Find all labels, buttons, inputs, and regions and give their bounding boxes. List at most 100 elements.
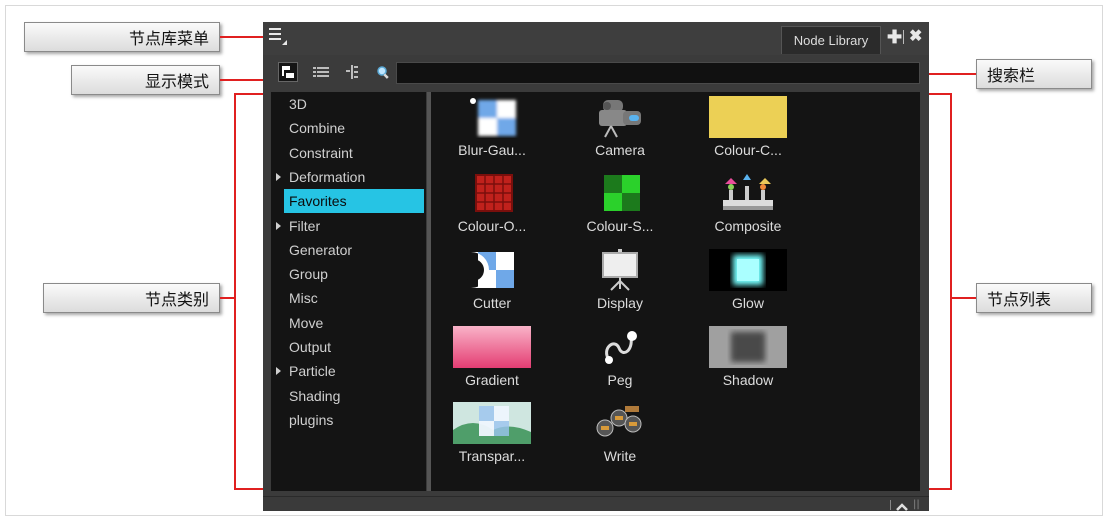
node-label: Colour-O... (457, 218, 527, 234)
peg-icon (589, 326, 651, 368)
node-item-write[interactable]: Write (565, 400, 675, 476)
node-item-cutter[interactable]: Cutter (437, 247, 547, 323)
cutter-icon (461, 249, 523, 291)
category-label: Constraint (289, 144, 353, 161)
node-label: Peg (607, 372, 633, 388)
write-icon (589, 402, 651, 444)
grip-icon[interactable]: || (913, 499, 920, 510)
category-item-misc[interactable]: Misc (271, 286, 424, 310)
category-item-constraint[interactable]: Constraint (271, 141, 424, 165)
category-label: Favorites (289, 193, 347, 210)
hierarchy-view-mode-icon[interactable] (343, 62, 363, 82)
category-label: Output (289, 339, 332, 355)
category-item-3d[interactable]: 3D (271, 92, 424, 116)
category-item-filter[interactable]: Filter (271, 214, 424, 238)
node-item-peg[interactable]: Peg (565, 324, 675, 400)
expand-arrow-icon[interactable] (276, 367, 281, 376)
category-item-generator[interactable]: Generator (271, 238, 424, 262)
node-library-panel: Node Library ✚ ✖ 3D Combine Constraint Defo… (263, 22, 929, 511)
node-label: Colour-S... (586, 218, 654, 234)
expand-arrow-icon[interactable] (276, 172, 281, 181)
category-item-shading[interactable]: Shading (271, 384, 424, 408)
callout-label: 节点列表 (987, 290, 1052, 309)
panel-toolbar (263, 55, 929, 89)
composite-icon (717, 172, 779, 214)
tab-label: Node Library (793, 33, 869, 48)
category-item-output[interactable]: Output (271, 335, 424, 359)
blur-gaussian-icon (461, 96, 523, 138)
search-input[interactable] (396, 62, 920, 84)
category-label: Combine (289, 120, 346, 137)
status-separator (890, 500, 891, 510)
callout-node-list: 节点列表 (976, 283, 1092, 313)
category-label: plugins (289, 411, 334, 428)
bracket-categories (234, 93, 236, 489)
tree-view-mode-icon[interactable] (278, 62, 298, 82)
node-label: Blur-Gau... (458, 142, 526, 158)
category-label: 3D (289, 96, 307, 112)
category-label: Shading (289, 387, 341, 404)
callout-label: 节点库菜单 (128, 29, 209, 48)
menu-icon[interactable] (269, 28, 287, 46)
node-item-colour-scale[interactable]: Colour-S... (565, 170, 675, 246)
callout-node-library-menu: 节点库菜单 (24, 22, 220, 52)
node-label: Colour-C... (714, 142, 782, 158)
list-view-mode-icon[interactable] (311, 62, 331, 82)
callout-display-mode: 显示模式 (71, 65, 220, 95)
colour-override-icon (461, 172, 523, 214)
category-item-group[interactable]: Group (271, 262, 424, 286)
display-icon (589, 249, 651, 291)
node-item-blur-gaussian[interactable]: Blur-Gau... (437, 94, 547, 170)
category-label: Deformation (289, 168, 366, 185)
search-icon (375, 64, 391, 80)
category-item-deformation[interactable]: Deformation (271, 165, 424, 189)
callout-node-categories: 节点类别 (43, 283, 220, 313)
callout-label: 搜索栏 (987, 66, 1036, 85)
camera-icon (589, 96, 651, 138)
node-item-glow[interactable]: Glow (693, 247, 803, 323)
node-item-display[interactable]: Display (565, 247, 675, 323)
category-item-plugins[interactable]: plugins (271, 408, 424, 432)
colour-scale-icon (589, 172, 651, 214)
node-item-colour-override[interactable]: Colour-O... (437, 170, 547, 246)
colour-card-icon (709, 96, 787, 138)
panel-titlebar: Node Library ✚ ✖ (263, 22, 929, 55)
category-label: Move (289, 314, 324, 331)
panel-statusbar: || (263, 496, 929, 511)
bracket-node-list-bottom (925, 488, 952, 490)
gradient-icon (453, 326, 531, 368)
node-item-composite[interactable]: Composite (693, 170, 803, 246)
callout-label: 显示模式 (144, 72, 209, 91)
shadow-icon (709, 326, 787, 368)
transparency-icon (453, 402, 531, 444)
node-label: Write (603, 448, 637, 464)
node-item-gradient[interactable]: Gradient (437, 324, 547, 400)
node-item-shadow[interactable]: Shadow (693, 324, 803, 400)
node-label: Shadow (722, 372, 774, 388)
callout-label: 节点类别 (144, 290, 209, 309)
node-item-transparency[interactable]: Transpar... (437, 400, 547, 476)
leader-line-categories (220, 297, 235, 299)
category-item-combine[interactable]: Combine (271, 116, 424, 140)
category-label: Filter (289, 217, 321, 234)
bracket-node-list-top (925, 93, 952, 95)
node-label: Glow (732, 295, 764, 311)
add-tab-icon[interactable]: ✚ (887, 28, 902, 46)
category-label: Misc (289, 290, 318, 307)
node-item-camera[interactable]: Camera (565, 94, 675, 170)
category-label: Generator (289, 241, 353, 258)
category-item-favorites[interactable]: Favorites (284, 189, 424, 214)
node-label: Display (597, 295, 643, 311)
node-item-colour-card[interactable]: Colour-C... (693, 94, 803, 170)
leader-line-node-list (951, 297, 976, 299)
node-label: Cutter (472, 295, 512, 311)
close-icon[interactable]: ✖ (909, 28, 922, 46)
category-item-particle[interactable]: Particle (271, 359, 424, 383)
chevron-up-icon[interactable] (896, 499, 908, 511)
node-label: Composite (714, 218, 782, 234)
tab-node-library[interactable]: Node Library (781, 26, 881, 54)
category-item-move[interactable]: Move (271, 311, 424, 335)
category-list: 3D Combine Constraint Deformation Favorites F… (271, 92, 426, 491)
expand-arrow-icon[interactable] (276, 221, 281, 230)
callout-search-bar: 搜索栏 (976, 59, 1092, 89)
